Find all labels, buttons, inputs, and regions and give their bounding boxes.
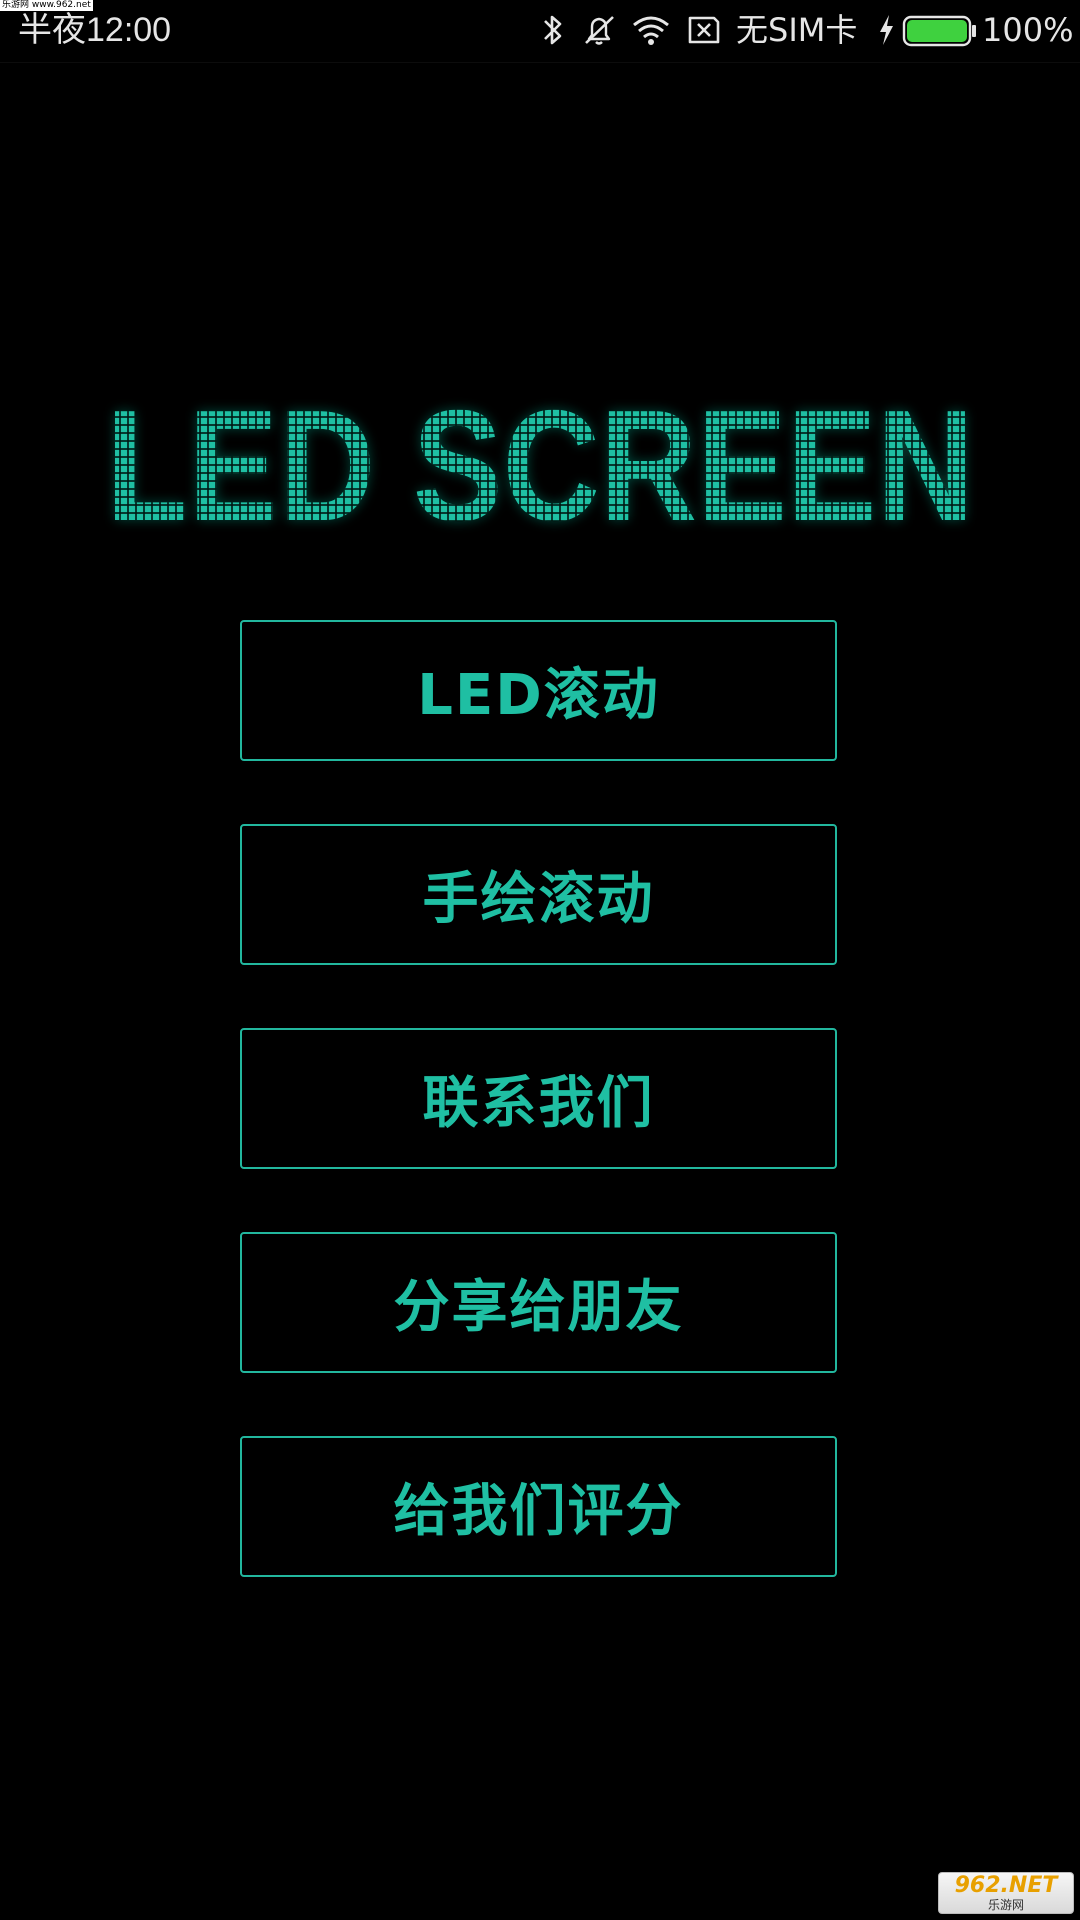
title-text: LED SCREEN	[106, 385, 974, 545]
mute-icon	[585, 16, 614, 45]
watermark-sub-text: 乐游网	[987, 1898, 1024, 1912]
battery-icon	[902, 15, 976, 47]
share-with-friends-button[interactable]: 分享给朋友	[240, 1232, 837, 1373]
menu-label: LED滚动	[417, 663, 660, 728]
menu-label: 分享给朋友	[393, 1275, 684, 1340]
watermark-main-text: 962.NET	[954, 1873, 1058, 1898]
status-bar: 乐游网 www.962.net 半夜12:00 无SIM卡 100%	[0, 0, 1080, 63]
menu-label: 手绘滚动	[422, 867, 655, 932]
no-sim-icon	[688, 16, 720, 44]
led-title-graphic: LED SCREEN LED SCREEN	[106, 385, 974, 545]
hand-drawn-scroll-button[interactable]: 手绘滚动	[240, 824, 837, 965]
watermark-logo: 962.NET 乐游网	[938, 1872, 1074, 1914]
menu-label: 给我们评分	[393, 1479, 684, 1544]
wifi-icon	[633, 16, 669, 45]
contact-us-button[interactable]: 联系我们	[240, 1028, 837, 1169]
app-title: LED SCREEN LED SCREEN	[0, 385, 1080, 545]
led-scroll-button[interactable]: LED滚动	[240, 620, 837, 761]
status-time: 半夜12:00	[18, 11, 172, 49]
sim-status: 无SIM卡	[736, 11, 858, 49]
menu-label: 联系我们	[422, 1071, 655, 1136]
bluetooth-icon	[544, 15, 562, 45]
rate-us-button[interactable]: 给我们评分	[240, 1436, 837, 1577]
battery-percent: 100%	[982, 11, 1074, 49]
charging-icon	[880, 15, 893, 45]
